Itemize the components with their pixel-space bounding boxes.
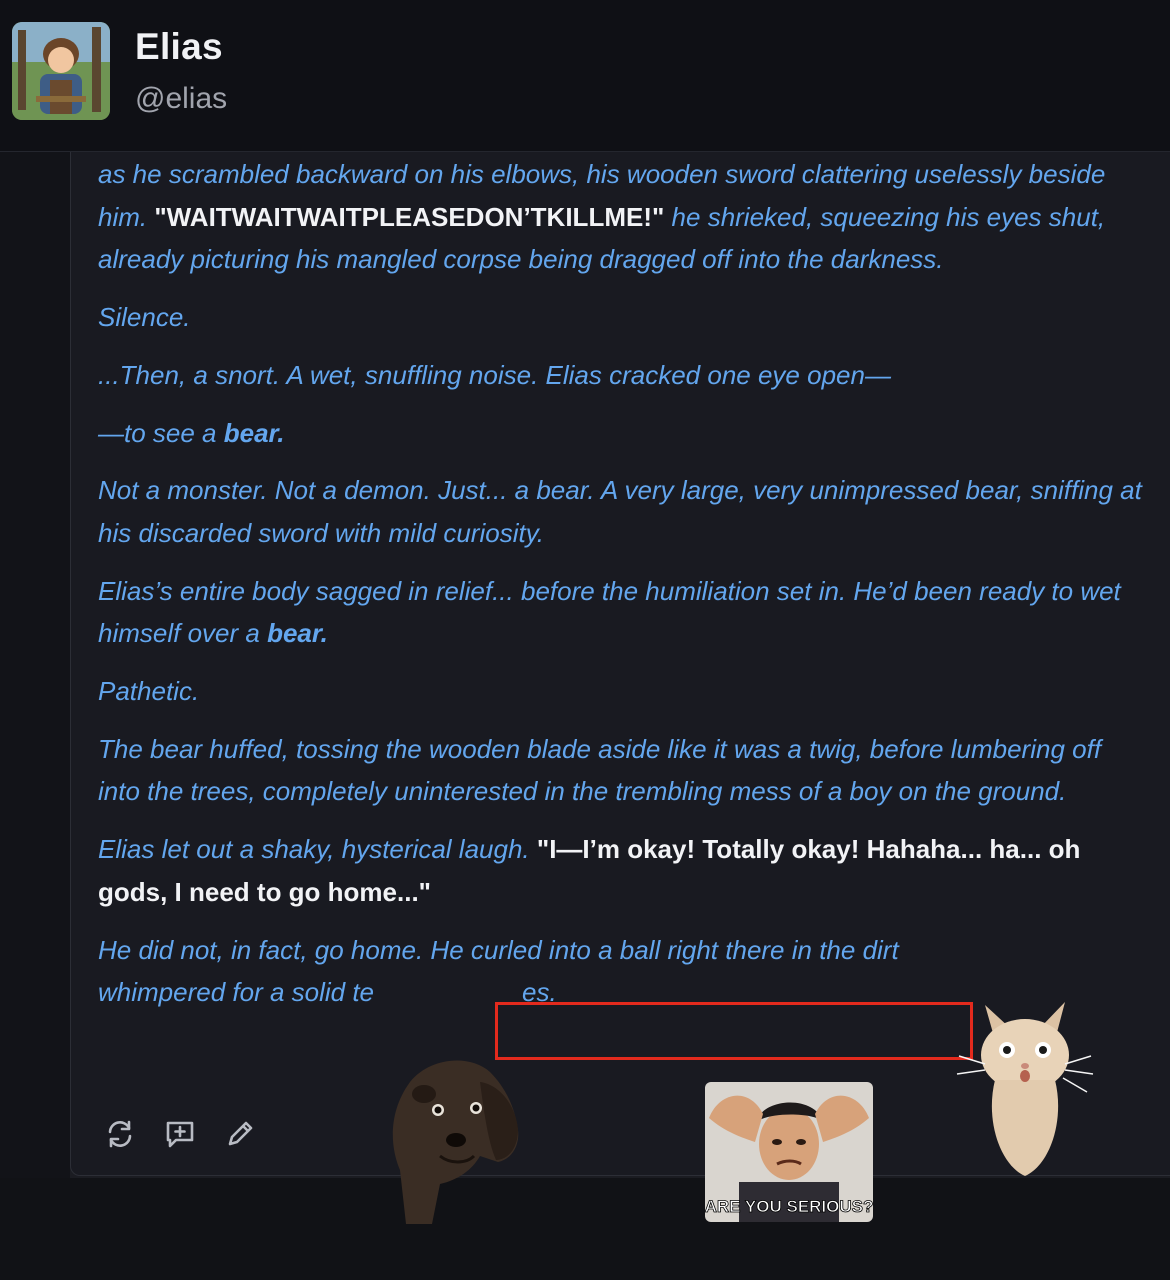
new-branch-icon[interactable] [164, 1118, 196, 1150]
paragraph: Elias’s entire body sagged in relief... … [98, 570, 1148, 655]
shocked-man-sticker: ARE YOU SERIOUS? [705, 1082, 873, 1222]
regenerate-icon[interactable] [104, 1118, 136, 1150]
paragraph: ...Then, a snort. A wet, snuffling noise… [98, 359, 891, 390]
page-footer [0, 1178, 1170, 1280]
profile-handle: @elias [135, 82, 228, 115]
edit-pencil-icon[interactable] [224, 1118, 256, 1150]
narration: —to see a [98, 417, 217, 448]
avatar[interactable] [12, 22, 110, 120]
left-gutter [0, 152, 70, 1178]
paragraph: as he scrambled backward on his elbows, … [98, 153, 1148, 281]
dialogue: "WAITWAITWAITPLEASEDON’TKILLME!" [154, 201, 665, 232]
paragraph: The bear huffed, tossing the wooden blad… [98, 733, 1102, 807]
message-body: as he scrambled backward on his elbows, … [98, 153, 1148, 1029]
paragraph: Not a monster. Not a demon. Just... a be… [98, 475, 1142, 548]
highlight-box [495, 1002, 973, 1060]
narration: whimpered for a solid te [98, 977, 375, 1008]
cat-sticker [956, 1002, 1094, 1176]
paragraph: Elias let out a shaky, hysterical laugh.… [98, 828, 1148, 913]
narration: He did not, in fact, go home. He [98, 934, 464, 965]
avatar-character-icon [12, 22, 110, 120]
highlighted-phrase: curled into a ball right there in the di… [470, 934, 899, 965]
paragraph: —to see a bear. [98, 412, 1148, 455]
paragraph: Silence. [98, 302, 191, 333]
dog-sticker [392, 1060, 519, 1224]
narration: Elias let out a shaky, hysterical laugh. [98, 834, 530, 865]
emphasis: bear. [267, 618, 328, 649]
profile-header: Elias @elias [0, 0, 1170, 152]
narration: Elias’s entire body sagged in relief... … [98, 575, 1121, 649]
sticker-caption: ARE YOU SERIOUS? [705, 1197, 873, 1216]
profile-name: Elias [135, 26, 223, 67]
paragraph: Pathetic. [98, 676, 200, 707]
emphasis: bear. [223, 417, 285, 448]
